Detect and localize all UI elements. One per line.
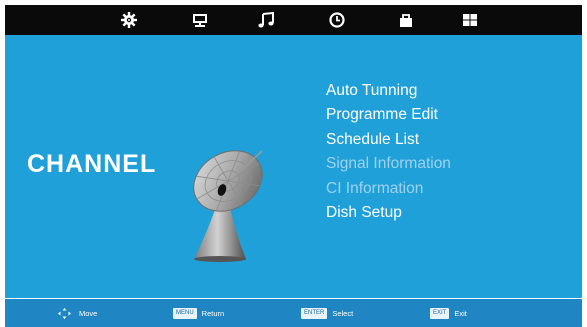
grid-icon[interactable] bbox=[460, 11, 480, 29]
menu-item-auto-tunning[interactable]: Auto Tunning bbox=[326, 79, 451, 103]
enter-key: ENTER bbox=[301, 308, 328, 319]
select-hint: ENTER Select bbox=[301, 307, 353, 320]
menu-item-schedule-list[interactable]: Schedule List bbox=[326, 128, 451, 152]
tv-menu-screen: CHANNEL Auto Tunning Programme Edit Sche… bbox=[0, 0, 587, 327]
gear-icon[interactable] bbox=[119, 11, 139, 29]
menu-tab-bar bbox=[5, 5, 582, 35]
channel-menu-list: Auto Tunning Programme Edit Schedule Lis… bbox=[326, 79, 451, 225]
menu-item-dish-setup[interactable]: Dish Setup bbox=[326, 201, 451, 225]
music-note-icon[interactable] bbox=[256, 11, 276, 29]
menu-item-signal-information: Signal Information bbox=[326, 155, 451, 173]
return-label: Return bbox=[201, 309, 225, 318]
return-hint: MENU Return bbox=[173, 307, 224, 320]
exit-label: Exit bbox=[454, 309, 467, 318]
move-label: Move bbox=[79, 309, 98, 318]
exit-hint: EXIT Exit bbox=[430, 307, 467, 320]
page-title: CHANNEL bbox=[27, 150, 157, 178]
satellite-dish-icon bbox=[193, 150, 263, 262]
menu-key: MENU bbox=[173, 308, 197, 319]
select-label: Select bbox=[332, 309, 354, 318]
clock-icon[interactable] bbox=[327, 11, 347, 29]
move-hint: Move bbox=[58, 307, 97, 320]
channel-menu-panel: CHANNEL Auto Tunning Programme Edit Sche… bbox=[5, 35, 582, 298]
menu-item-programme-edit[interactable]: Programme Edit bbox=[326, 103, 451, 127]
move-arrows-icon bbox=[58, 308, 71, 319]
key-hint-bar: Move MENU Return ENTER Select EXIT Exit bbox=[5, 299, 582, 327]
exit-key: EXIT bbox=[430, 308, 450, 319]
monitor-icon[interactable] bbox=[190, 11, 210, 29]
lock-icon[interactable] bbox=[396, 11, 416, 29]
menu-item-ci-information: CI Information bbox=[326, 179, 424, 197]
